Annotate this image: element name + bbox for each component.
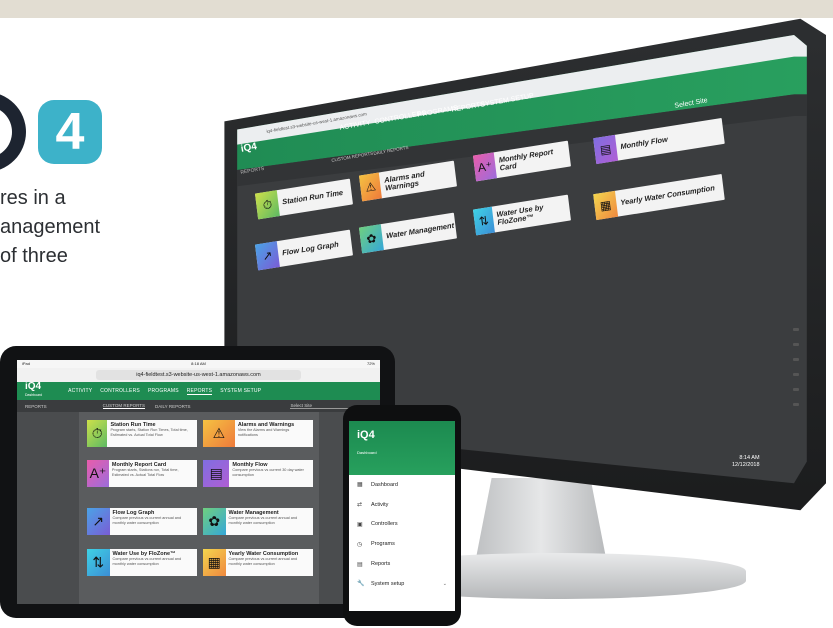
headline-line: anagement <box>0 216 101 238</box>
calendar-grid-icon: ▦ <box>203 549 226 576</box>
tablet-screen: iPad 8:18 AM 72% iq4-fieldtest.s3-websit… <box>17 360 380 604</box>
card-title: Monthly Flow <box>619 134 669 152</box>
menu-item-dashboard[interactable]: ▦ Dashboard <box>349 475 455 495</box>
trend-icon: ↗ <box>255 241 280 271</box>
select-site[interactable]: Select Site <box>290 403 352 409</box>
updown-icon: ⇅ <box>87 549 110 576</box>
status-time: 8:18 AM <box>191 361 206 366</box>
alarm-icon: ⚠ <box>203 420 235 447</box>
phone-header: iQ4 Dashboard <box>349 421 455 475</box>
tablet-device: iPad 8:18 AM 72% iq4-fieldtest.s3-websit… <box>0 346 395 618</box>
card-water-use[interactable]: ⇅ Water Use by FloZone™ Compare previous … <box>87 549 197 576</box>
stopwatch-icon: ⏱ <box>255 190 280 220</box>
stopwatch-icon: ⏱ <box>87 420 108 447</box>
nav-programs[interactable]: PROGRAMS <box>148 388 179 394</box>
tablet-app-header: iQ4 Dashboard ACTIVITY CONTROLLERS PROGR… <box>17 382 380 400</box>
chevron-down-icon[interactable]: ⌄ <box>443 581 447 587</box>
menu-label: Reports <box>371 561 391 568</box>
nav-reports[interactable]: REPORTS <box>186 388 213 395</box>
status-carrier: iPad <box>22 361 31 366</box>
brand-logo-tile: 4 <box>38 100 102 164</box>
activity-icon: ⇄ <box>357 502 363 509</box>
card-flow-log[interactable]: ↗ Flow Log Graph Compare previous vs curr… <box>87 508 197 535</box>
clock-icon: ◷ <box>357 541 363 548</box>
headline-line: res in a <box>0 187 66 209</box>
card-monthly-report[interactable]: A⁺ Monthly Report Card Program starts, St… <box>87 460 197 487</box>
card-desc: Compare previous vs current annual and m… <box>112 557 182 566</box>
tablet-status-bar: iPad 8:18 AM 72% <box>17 360 380 368</box>
card-desc: Compare previous vs current annual and m… <box>112 516 182 525</box>
clock-time: 8:14 AM <box>739 455 760 461</box>
menu-label: System setup <box>371 580 405 587</box>
card-station-run-time[interactable]: ⏱ Station Run Time Program starts, Statio… <box>87 420 197 447</box>
calendar-grid-icon: ▦ <box>593 190 619 221</box>
menu-label: Programs <box>371 541 395 548</box>
tablet-subheader: REPORTS CUSTOM REPORTS DAILY REPORTS Sel… <box>17 400 380 412</box>
plant-icon: ✿ <box>203 508 226 535</box>
headline-line: of three <box>0 245 68 267</box>
phone-logo-sub: Dashboard <box>357 450 377 455</box>
trend-icon: ↗ <box>87 508 110 535</box>
card-title: Flow Log Graph <box>281 239 340 258</box>
menu-label: Dashboard <box>371 481 398 488</box>
menu-item-activity[interactable]: ⇄ Activity <box>349 495 455 515</box>
app-logo[interactable]: iQ4 Dashboard <box>25 382 42 400</box>
grade-icon: A⁺ <box>87 460 109 487</box>
card-title: Station Run Time <box>281 187 344 207</box>
plant-icon: ✿ <box>359 224 384 254</box>
menu-item-controllers[interactable]: ▣ Controllers <box>349 515 455 535</box>
card-desc: Compare previous vs current annual and m… <box>228 516 298 525</box>
nav-controllers[interactable]: CONTROLLERS <box>100 388 140 394</box>
card-desc: Program starts, Station Run Times, Total… <box>110 428 188 437</box>
card-alarms[interactable]: ⚠ Alarms and Warnings View the Alarms and… <box>203 420 313 447</box>
dashboard-icon: ▦ <box>357 482 363 489</box>
menu-label: Activity <box>371 501 389 508</box>
nav-system-setup[interactable]: SYSTEM SETUP <box>220 388 261 394</box>
url-field[interactable]: iq4-fieldtest.s3-website-us-west-1.amazo… <box>96 370 301 380</box>
headline: res in a anagement of three <box>0 184 160 271</box>
card-title: Water Management <box>385 220 455 241</box>
tablet-report-grid: ⏱ Station Run Time Program starts, Statio… <box>17 412 380 604</box>
phone-device: iQ4 Dashboard ▦ Dashboard ⇄ Activity ▣ C… <box>343 405 461 626</box>
menu-item-programs[interactable]: ◷ Programs <box>349 534 455 554</box>
card-desc: Compare previous vs current 30 day water… <box>232 468 304 477</box>
clock-date: 12/12/2018 <box>732 462 760 468</box>
tab-custom-reports[interactable]: CUSTOM REPORTS <box>102 403 146 409</box>
menu-label: Controllers <box>371 521 398 528</box>
phone-screen: iQ4 Dashboard ▦ Dashboard ⇄ Activity ▣ C… <box>349 421 455 611</box>
card-desc: View the Alarms and Warnings notificatio… <box>237 428 290 437</box>
logo-sub: Dashboard <box>25 393 43 397</box>
stage: 4 res in a anagement of three iq4-fieldt… <box>0 0 833 628</box>
phone-logo[interactable]: iQ4 <box>357 429 447 441</box>
card-water-management[interactable]: ✿ Water Management Compare previous vs cu… <box>203 508 313 535</box>
controller-icon: ▣ <box>357 521 363 528</box>
tablet-address-bar: iq4-fieldtest.s3-website-us-west-1.amazo… <box>17 368 380 382</box>
monitor-stand <box>476 478 606 558</box>
card-desc: Program starts, Stations run, Total time… <box>111 468 179 477</box>
card-desc: Compare previous vs current annual and m… <box>228 557 298 566</box>
page-title: REPORTS <box>25 403 47 409</box>
status-battery: 72% <box>366 361 375 366</box>
menu-item-reports[interactable]: ▤ Reports <box>349 554 455 574</box>
calendar-icon: ▤ <box>203 460 230 487</box>
report-icon: ▤ <box>357 561 363 568</box>
card-monthly-flow[interactable]: ▤ Monthly Flow Compare previous vs curren… <box>203 460 313 487</box>
menu-item-system-setup[interactable]: 🔧 System setup ⌄ <box>349 574 455 594</box>
tab-daily-reports[interactable]: DAILY REPORTS <box>155 404 191 409</box>
calendar-icon: ▤ <box>593 134 619 165</box>
monitor-clock: 8:14 AM 12/12/2018 <box>732 455 760 469</box>
card-yearly[interactable]: ▦ Yearly Water Consumption Compare previo… <box>203 549 313 576</box>
nav-activity[interactable]: ACTIVITY <box>68 388 92 394</box>
brand-logo-mark <box>0 92 26 172</box>
monitor-buttons <box>793 328 799 418</box>
wrench-icon: 🔧 <box>357 581 365 588</box>
